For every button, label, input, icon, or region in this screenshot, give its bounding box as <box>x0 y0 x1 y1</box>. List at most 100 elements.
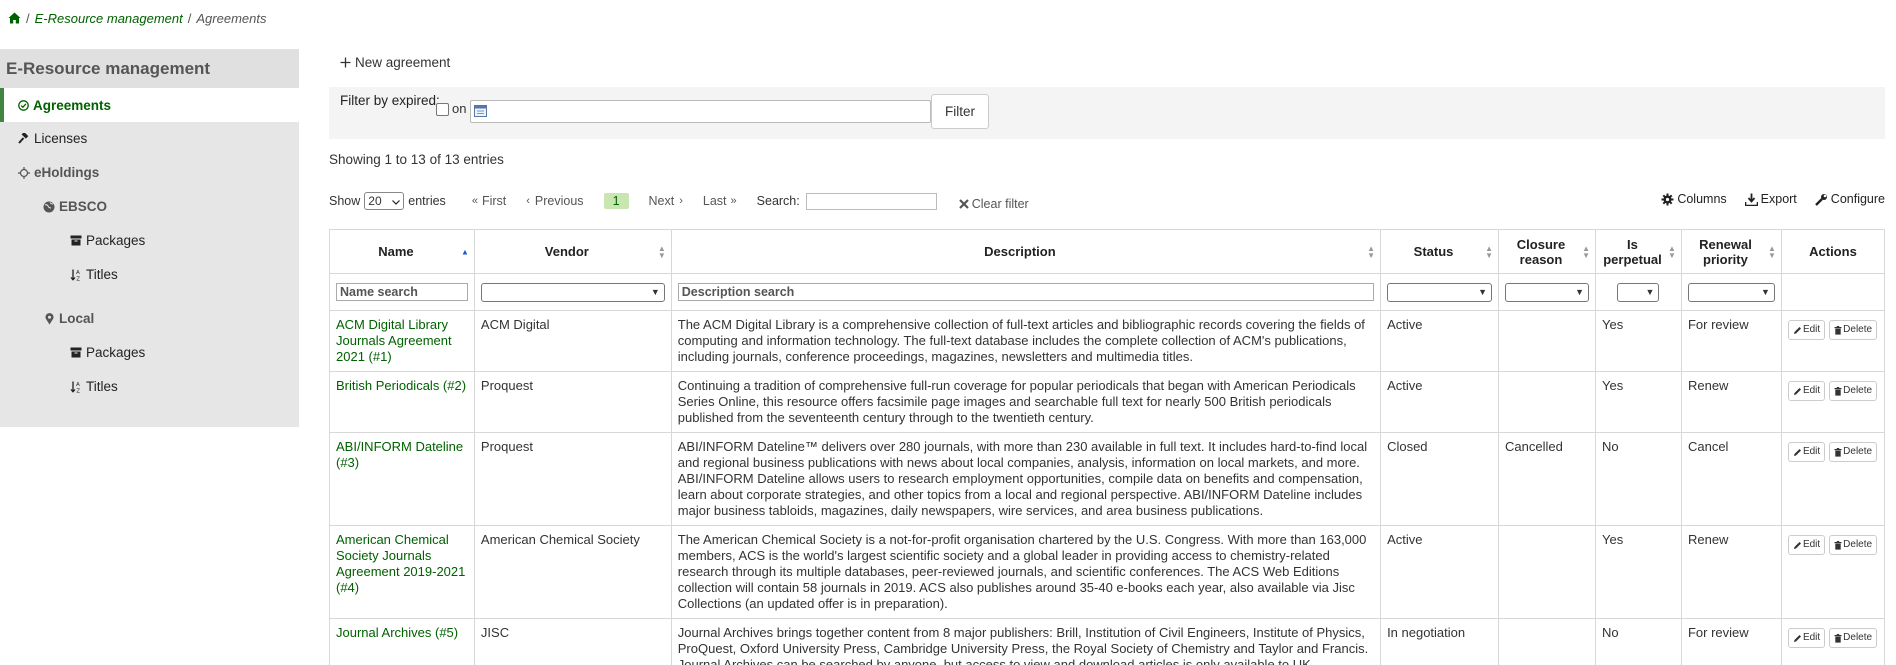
export-button[interactable]: Export <box>1744 192 1797 206</box>
last-page-button[interactable]: Last » <box>703 194 737 208</box>
description-cell: The ACM Digital Library is a comprehensi… <box>670 310 1382 372</box>
sidebar-item-ebsco-titles[interactable]: AZ Titles <box>69 267 118 282</box>
is-perpetual-filter-select[interactable]: ▼ <box>1617 282 1660 302</box>
is-perpetual-cell: No <box>1594 618 1682 665</box>
edit-label: Edit <box>1802 324 1821 335</box>
closure-reason-cell <box>1498 310 1596 372</box>
sort-icon: ▲ ▼ <box>1768 243 1776 260</box>
sort-icon: ▲ ▼ <box>657 243 666 260</box>
edit-button[interactable]: Edit <box>1787 442 1826 462</box>
breadcrumb-separator: / <box>26 10 30 26</box>
sidebar-item-local-titles[interactable]: AZ Titles <box>69 379 118 394</box>
is-perpetual-cell: Yes <box>1594 525 1682 619</box>
sidebar-item-agreements[interactable]: Agreements <box>0 88 299 122</box>
edit-label: Edit <box>1802 632 1821 643</box>
closure-reason-cell <box>1498 525 1596 619</box>
first-page-button[interactable]: « First <box>472 194 506 208</box>
sidebar-item-local-packages[interactable]: Packages <box>69 345 145 360</box>
renewal-priority-filter-select[interactable]: ▼ <box>1687 282 1775 302</box>
expired-filter-panel: Filter by expired: on Filter <box>329 87 1885 139</box>
agreement-name-link[interactable]: American Chemical Society Journals Agree… <box>336 532 465 595</box>
column-header-name[interactable]: Name ▲ <box>329 229 475 274</box>
column-header-closure-reason[interactable]: Closure reason ▲ ▼ <box>1498 229 1596 274</box>
description-cell: Continuing a tradition of comprehensive … <box>670 371 1382 433</box>
table-controls: Show 20 entries « First ‹ Previous 1 Nex… <box>329 186 1885 216</box>
is-perpetual-cell: No <box>1594 432 1682 526</box>
edit-button[interactable]: Edit <box>1787 320 1826 340</box>
status-filter-select[interactable]: ▼ <box>1387 282 1493 302</box>
sidebar-item-ebsco-packages[interactable]: Packages <box>69 233 145 248</box>
edit-button[interactable]: Edit <box>1787 381 1826 401</box>
breadcrumb-link-erm[interactable]: E-Resource management <box>35 11 183 26</box>
previous-page-button[interactable]: ‹ Previous <box>526 194 583 208</box>
column-header-is-perpetual[interactable]: Is perpetual ▲ ▼ <box>1594 229 1682 274</box>
table-row: British Periodicals (#2) Proquest Contin… <box>329 371 1885 433</box>
check-circle-icon <box>16 99 30 111</box>
delete-button[interactable]: Delete <box>1829 442 1878 462</box>
search-input[interactable] <box>805 192 937 210</box>
trash-icon <box>1834 633 1842 643</box>
column-header-renewal-priority[interactable]: Renewal priority ▲ ▼ <box>1680 229 1782 274</box>
header-label: Vendor <box>544 244 589 259</box>
sidebar-item-label: Packages <box>86 233 146 248</box>
sidebar-item-local[interactable]: Local <box>42 311 94 326</box>
configure-button[interactable]: Configure <box>1814 192 1885 206</box>
sort-icon: ▲ <box>461 247 469 256</box>
pencil-icon <box>1793 387 1802 396</box>
sidebar-item-label: Agreements <box>33 97 112 113</box>
table-tools: Columns Export Configure <box>1661 192 1885 206</box>
name-search-input[interactable]: Name search <box>336 283 468 301</box>
column-header-vendor[interactable]: Vendor ▲ ▼ <box>473 229 672 274</box>
column-filter-row: Name search ▼ Description search ▼ ▼ ▼ ▼ <box>329 273 1885 311</box>
agreement-name-link[interactable]: Journal Archives (#5) <box>336 625 458 640</box>
next-page-button[interactable]: Next › <box>649 194 683 208</box>
chevron-left-icon: ‹ <box>526 195 530 207</box>
sidebar-item-eholdings[interactable]: eHoldings <box>17 165 99 180</box>
delete-label: Delete <box>1843 632 1873 643</box>
on-label: on <box>452 101 467 116</box>
sidebar-item-label: eHoldings <box>34 165 100 180</box>
page-length-select[interactable]: 20 <box>364 192 405 210</box>
vendor-cell: ACM Digital <box>473 310 672 372</box>
pencil-icon <box>1793 448 1802 457</box>
calendar-icon[interactable] <box>474 104 487 120</box>
delete-button[interactable]: Delete <box>1829 628 1878 648</box>
sidebar-item-ebsco[interactable]: EBSCO <box>42 199 107 214</box>
delete-button[interactable]: Delete <box>1829 535 1878 555</box>
column-header-status[interactable]: Status ▲ ▼ <box>1380 229 1500 274</box>
edit-button[interactable]: Edit <box>1787 535 1826 555</box>
delete-button[interactable]: Delete <box>1829 381 1878 401</box>
configure-label: Configure <box>1830 192 1885 206</box>
column-header-description[interactable]: Description ▲ ▼ <box>670 229 1382 274</box>
new-agreement-button[interactable]: New agreement <box>340 55 450 70</box>
closure-reason-cell <box>1498 618 1596 665</box>
gavel-icon <box>17 132 31 145</box>
agreement-name-link[interactable]: ACM Digital Library Journals Agreement 2… <box>336 317 452 364</box>
delete-button[interactable]: Delete <box>1829 320 1878 340</box>
header-label: Actions <box>1809 244 1857 259</box>
home-icon[interactable] <box>8 12 21 24</box>
export-label: Export <box>1760 192 1797 206</box>
columns-label: Columns <box>1677 192 1727 206</box>
chevron-down-icon: ▼ <box>1645 287 1655 297</box>
page-1-button[interactable]: 1 <box>603 193 629 209</box>
vendor-filter-select[interactable]: ▼ <box>480 282 665 302</box>
filter-button[interactable]: Filter <box>931 94 989 129</box>
closure-reason-filter-select[interactable]: ▼ <box>1505 282 1589 302</box>
expiration-date-input[interactable] <box>470 100 931 123</box>
agreement-name-link[interactable]: ABI/INFORM Dateline (#3) <box>336 439 463 470</box>
clear-filter-button[interactable]: Clear filter <box>958 197 1029 211</box>
table-row: American Chemical Society Journals Agree… <box>329 525 1885 619</box>
agreement-name-link[interactable]: British Periodicals (#2) <box>336 378 466 393</box>
table-row: ACM Digital Library Journals Agreement 2… <box>329 310 1885 372</box>
expired-checkbox[interactable] <box>436 103 449 116</box>
svg-text:Z: Z <box>76 388 80 393</box>
chevron-down-icon: ▼ <box>1478 287 1488 297</box>
status-cell: Active <box>1380 525 1500 619</box>
columns-button[interactable]: Columns <box>1661 192 1727 206</box>
edit-button[interactable]: Edit <box>1787 628 1826 648</box>
sidebar-item-licenses[interactable]: Licenses <box>17 131 87 146</box>
description-search-input[interactable]: Description search <box>677 283 1375 301</box>
is-perpetual-cell: Yes <box>1594 310 1682 372</box>
header-label: Is perpetual <box>1603 236 1662 267</box>
